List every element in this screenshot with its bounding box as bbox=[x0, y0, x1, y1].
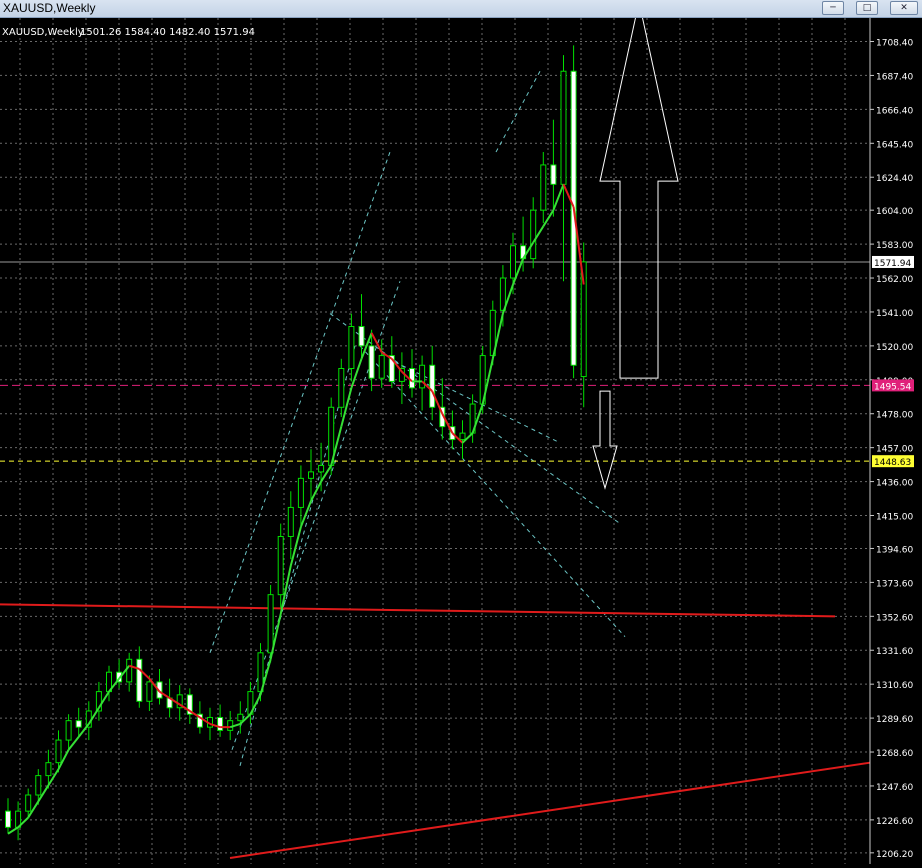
price-tick-label: 1562.00 bbox=[876, 275, 913, 285]
window-titlebar: XAUUSD,Weekly ─ □ ✕ bbox=[0, 0, 922, 18]
resistance-price-label: 1495.54 bbox=[874, 382, 911, 392]
candle-body bbox=[429, 364, 436, 408]
candle-body bbox=[560, 70, 567, 185]
candle-body bbox=[409, 367, 415, 389]
candle-body bbox=[530, 209, 537, 260]
candle-body bbox=[136, 658, 143, 702]
candle-body bbox=[55, 739, 62, 764]
price-tick-label: 1687.40 bbox=[876, 72, 913, 82]
candle-body bbox=[25, 794, 32, 812]
candle-body bbox=[338, 367, 345, 408]
candle-body bbox=[217, 716, 224, 731]
candle-body bbox=[75, 720, 82, 728]
price-tick-label: 1310.60 bbox=[876, 681, 913, 691]
support-price-label: 1448.63 bbox=[874, 458, 911, 468]
candle-body bbox=[35, 775, 42, 796]
candle-body bbox=[277, 536, 284, 596]
price-tick-label: 1331.60 bbox=[876, 647, 913, 657]
price-tick-label: 1436.00 bbox=[876, 479, 913, 489]
candle-body bbox=[227, 720, 234, 731]
price-tick-label: 1478.00 bbox=[876, 411, 913, 421]
candle-body bbox=[318, 464, 325, 473]
candle-body bbox=[237, 713, 244, 722]
candle-body bbox=[126, 658, 133, 683]
price-tick-label: 1708.40 bbox=[876, 39, 913, 49]
price-tick-label: 1624.40 bbox=[876, 174, 913, 184]
price-tick-label: 1415.00 bbox=[876, 513, 913, 523]
window-title: XAUUSD,Weekly bbox=[3, 1, 96, 15]
price-tick-label: 1604.00 bbox=[876, 207, 913, 217]
close-button[interactable]: ✕ bbox=[890, 1, 918, 15]
price-tick-label: 1206.20 bbox=[876, 850, 913, 860]
price-tick-label: 1289.60 bbox=[876, 715, 913, 725]
maximize-button[interactable]: □ bbox=[856, 1, 878, 15]
candle-body bbox=[45, 762, 52, 777]
candle-body bbox=[297, 477, 304, 508]
candle-body bbox=[358, 325, 365, 347]
candle-body bbox=[267, 594, 274, 654]
candle-body bbox=[419, 364, 426, 389]
candle-body bbox=[459, 432, 466, 441]
chart-area[interactable]: 1708.40 1687.40 1666.40 1645.40 1624.40 1604.… bbox=[0, 1, 922, 864]
price-tick-label: 1373.60 bbox=[876, 579, 913, 589]
price-tick-label: 1666.40 bbox=[876, 106, 913, 116]
current-price-label: 1571.94 bbox=[874, 259, 911, 269]
chart-symbol-label: XAUUSD,Weekly bbox=[2, 27, 84, 38]
price-tick-label: 1645.40 bbox=[876, 140, 913, 150]
candle-body bbox=[378, 355, 385, 379]
price-tick-label: 1352.60 bbox=[876, 613, 913, 623]
candle-body bbox=[540, 164, 547, 211]
candle-body bbox=[550, 164, 557, 185]
price-tick-label: 1583.00 bbox=[876, 241, 913, 251]
chart-ohlc-label: 1501.26 1584.40 1482.40 1571.94 bbox=[80, 27, 255, 38]
price-tick-label: 1226.60 bbox=[876, 817, 913, 827]
candle-body bbox=[5, 810, 11, 828]
candle-body bbox=[510, 245, 516, 279]
candle-body bbox=[348, 325, 355, 369]
price-tick-label: 1541.00 bbox=[876, 309, 913, 319]
candle-body bbox=[368, 345, 375, 379]
price-tick-label: 1247.60 bbox=[876, 783, 913, 793]
price-tick-label: 1520.00 bbox=[876, 343, 913, 353]
minimize-button[interactable]: ─ bbox=[822, 1, 844, 15]
price-tick-label: 1268.60 bbox=[876, 749, 913, 759]
candle-body bbox=[65, 720, 72, 741]
price-tick-label: 1457.00 bbox=[876, 445, 913, 455]
price-tick-label: 1394.60 bbox=[876, 545, 913, 555]
candle-body bbox=[146, 681, 153, 702]
price-chart[interactable]: 1708.40 1687.40 1666.40 1645.40 1624.40 1604.… bbox=[0, 1, 922, 864]
candle-body bbox=[287, 506, 294, 538]
candle-body bbox=[308, 471, 314, 479]
